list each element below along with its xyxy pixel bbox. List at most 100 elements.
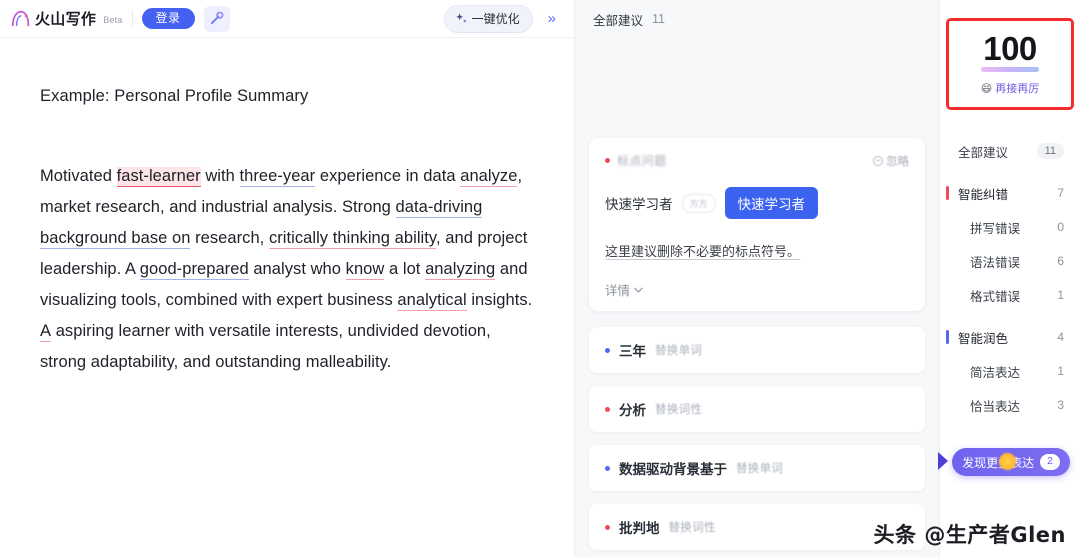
category-row[interactable]: 格式错误 1 [940, 278, 1080, 312]
doc-text: with [200, 166, 240, 185]
score-card: 100 😄 再接再厉 [946, 18, 1074, 110]
doc-marked-text[interactable]: critically thinking ability [268, 228, 436, 249]
suggestions-pane: 全部建议 11 标点问题 忽略 快速学习者 方方 快速学习者 这里建议删除不必要… [575, 0, 940, 557]
magic-wand-icon[interactable] [203, 5, 230, 32]
suggestion-card[interactable]: 标点问题 忽略 快速学习者 方方 快速学习者 这里建议删除不必要的标点符号。 详… [589, 138, 925, 311]
category-count: 4 [1057, 330, 1064, 344]
card-tag-label: 标点问题 [617, 154, 667, 168]
category-label: 简洁表达 [970, 365, 1021, 380]
replace-arrow-pill: 方方 [681, 193, 716, 213]
toolbar-divider [131, 10, 133, 27]
category-count: 11 [1036, 143, 1064, 159]
card-details-toggle[interactable]: 详情 [605, 280, 909, 299]
score-subtitle: 😄 再接再厉 [981, 80, 1039, 96]
category-count: 1 [1057, 364, 1064, 378]
score-subtitle-text: 再接再厉 [995, 83, 1040, 95]
doc-text: analyst who [248, 259, 346, 278]
doc-marked-text[interactable]: analyze [460, 166, 518, 187]
category-gap [940, 168, 1080, 176]
app-root: 火山写作 Beta 登录 一键优化 » Example: Personal Pr… [0, 0, 1080, 557]
category-list: 全部建议 11 智能纠错 7 拼写错误 0 语法错误 6 格式错误 1 智能润色 4 简洁表达 1 恰当表达… [940, 134, 1080, 422]
category-row[interactable]: 全部建议 11 [940, 134, 1080, 168]
doc-marked-text[interactable]: fast-learner [116, 166, 201, 187]
category-row[interactable]: 简洁表达 1 [940, 354, 1080, 388]
category-row[interactable]: 拼写错误 0 [940, 210, 1080, 244]
severity-dot-icon [605, 524, 610, 530]
editor-pane: 火山写作 Beta 登录 一键优化 » Example: Personal Pr… [0, 0, 575, 557]
discover-pointer-icon [938, 452, 948, 470]
suggestion-action: 替换词性 [668, 522, 716, 534]
category-row[interactable]: 恰当表达 3 [940, 388, 1080, 422]
severity-dot-icon [605, 347, 610, 353]
category-label: 智能润色 [958, 331, 1009, 346]
doc-text: a lot [384, 259, 426, 278]
discover-glow-icon [998, 452, 1017, 471]
discover-count-badge: 2 [1040, 453, 1060, 471]
category-accent-bar [946, 186, 949, 200]
suggestion-word: 数据驱动背景基于 [619, 462, 727, 477]
magic-wand-glyph [210, 11, 225, 25]
one-click-optimize-button[interactable]: 一键优化 [443, 4, 533, 33]
suggestion-list-item[interactable]: 数据驱动背景基于 替换单词 [589, 445, 925, 491]
category-label: 智能纠错 [958, 187, 1009, 202]
suggestion-list-item[interactable]: 三年 替换单词 [589, 327, 925, 373]
brand-name: 火山写作 [35, 11, 97, 28]
category-count: 1 [1057, 288, 1064, 302]
doc-text: Motivated [40, 166, 117, 185]
suggestion-word: 分析 [619, 403, 646, 418]
doc-marked-text[interactable]: A [40, 321, 52, 342]
document-area[interactable]: Example: Personal Profile Summary Motiva… [0, 38, 574, 557]
score-emoji-icon: 😄 [980, 82, 993, 95]
category-row[interactable]: 智能纠错 7 [940, 176, 1080, 210]
discover-more-button[interactable]: 发现更多表达 2 [952, 448, 1070, 476]
category-gap [940, 312, 1080, 320]
doc-marked-text[interactable]: three-year [239, 166, 316, 187]
card-tag: 标点问题 [605, 152, 667, 169]
doc-marked-text[interactable]: know [345, 259, 385, 280]
sparkle-icon [455, 12, 467, 23]
suggestion-action: 替换单词 [736, 463, 784, 475]
login-button[interactable]: 登录 [141, 8, 195, 29]
replace-from-text: 快速学习者 [605, 197, 673, 212]
severity-dot-icon [605, 465, 610, 471]
category-row[interactable]: 语法错误 6 [940, 244, 1080, 278]
suggestion-action: 替换单词 [655, 345, 703, 357]
suggestions-header-count: 11 [652, 12, 665, 26]
doc-text: research, [190, 228, 269, 247]
category-label: 格式错误 [970, 289, 1021, 304]
editor-toolbar: 火山写作 Beta 登录 一键优化 » [0, 0, 574, 38]
circle-minus-icon [873, 155, 883, 166]
beta-badge: Beta [103, 15, 123, 25]
suggestions-scroll[interactable]: 标点问题 忽略 快速学习者 方方 快速学习者 这里建议删除不必要的标点符号。 详… [575, 38, 939, 557]
suggestions-header-label: 全部建议 [593, 13, 644, 28]
suggestion-list-item[interactable]: 分析 替换词性 [589, 386, 925, 432]
score-wrap: 100 😄 再接再厉 [946, 18, 1074, 110]
card-description: 这里建议删除不必要的标点符号。 [605, 244, 801, 259]
brand: 火山写作 Beta [10, 8, 123, 29]
doc-marked-text[interactable]: good-prepared [139, 259, 249, 280]
category-label: 全部建议 [958, 145, 1009, 160]
score-value: 100 [983, 30, 1037, 67]
severity-dot-icon [605, 158, 610, 163]
suggestions-header: 全部建议 11 [575, 0, 939, 38]
volcano-logo-icon [11, 10, 30, 27]
document-body[interactable]: Motivated fast-learner with three-year e… [40, 161, 534, 378]
document-title: Example: Personal Profile Summary [40, 87, 309, 105]
category-count: 6 [1057, 254, 1064, 268]
apply-replacement-button[interactable]: 快速学习者 [724, 187, 819, 219]
doc-marked-text[interactable]: analytical [397, 290, 467, 311]
category-row[interactable]: 智能润色 4 [940, 320, 1080, 354]
suggestion-word: 三年 [619, 344, 646, 359]
category-accent-bar [946, 330, 949, 344]
doc-text: aspiring learner with versatile interest… [40, 321, 491, 371]
ignore-button[interactable]: 忽略 [873, 153, 909, 169]
suggestion-word: 批判地 [619, 521, 660, 536]
ignore-label: 忽略 [886, 155, 909, 168]
optimize-label: 一键优化 [471, 11, 520, 26]
category-count: 0 [1057, 220, 1064, 234]
collapse-panel-icon[interactable]: » [542, 10, 562, 27]
severity-dot-icon [605, 406, 610, 412]
doc-marked-text[interactable]: analyzing [425, 259, 496, 280]
score-sidebar: 100 😄 再接再厉 全部建议 11 智能纠错 7 拼写错误 0 语法错误 6 格式错误 1 智能润… [938, 0, 1080, 557]
category-label: 拼写错误 [970, 221, 1021, 236]
